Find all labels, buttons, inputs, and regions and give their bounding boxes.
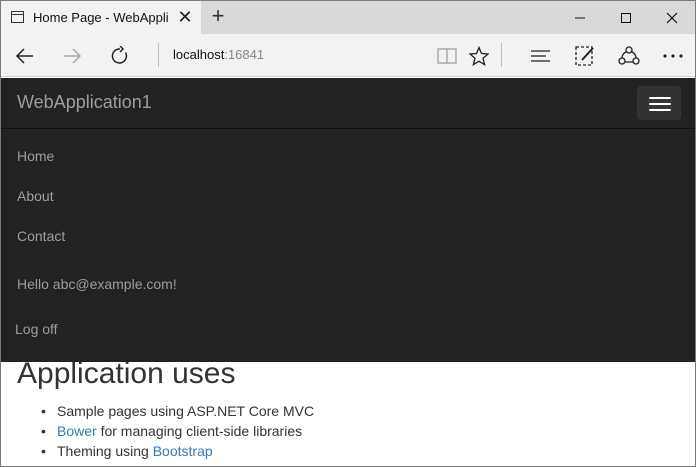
close-window-button[interactable] <box>649 1 695 34</box>
list-item: • Theming using Bootstrap <box>41 441 314 461</box>
star-icon <box>469 46 489 66</box>
hub-icon <box>531 50 550 62</box>
hamburger-icon <box>649 109 671 111</box>
minimize-icon <box>575 17 585 18</box>
site-navbar: WebApplication1 Home About Contact Hello… <box>1 78 695 362</box>
more-icon <box>663 54 683 58</box>
nav-link-about[interactable]: About <box>17 188 54 204</box>
section-heading: Application uses <box>17 362 236 390</box>
page-icon <box>11 11 24 23</box>
url-field[interactable]: localhost:16841 <box>173 47 264 62</box>
reading-view-button[interactable] <box>433 42 461 70</box>
list-item: • Bower for managing client-side librari… <box>41 421 314 441</box>
navbar-toggle-button[interactable] <box>637 86 681 120</box>
address-divider <box>158 43 159 67</box>
refresh-button[interactable] <box>106 42 134 70</box>
refresh-icon <box>111 46 128 64</box>
url-host: localhost <box>173 47 225 62</box>
back-arrow-icon <box>15 48 33 64</box>
share-icon <box>618 46 640 65</box>
more-button[interactable] <box>659 42 687 70</box>
back-button[interactable] <box>11 42 39 70</box>
list-item-text: Theming using <box>57 443 153 459</box>
web-note-button[interactable] <box>571 42 599 70</box>
toolbar-divider <box>501 43 502 67</box>
maximize-icon <box>621 12 631 23</box>
tab-title: Home Page - WebApplication1 <box>33 10 169 25</box>
share-button[interactable] <box>615 42 643 70</box>
note-pen-icon <box>575 46 594 66</box>
hamburger-icon <box>649 103 671 105</box>
book-icon <box>437 48 457 64</box>
bullet: • <box>41 403 46 419</box>
bootstrap-link[interactable]: Bootstrap <box>153 443 213 459</box>
list-item-text: Sample pages using ASP.NET Core MVC <box>57 403 315 419</box>
uses-list: • Sample pages using ASP.NET Core MVC • … <box>41 401 314 461</box>
forward-arrow-icon <box>64 48 82 64</box>
minimize-button[interactable] <box>557 1 603 34</box>
browser-window: Home Page - WebApplication1 ✕ + localhos… <box>0 0 696 467</box>
log-off-button[interactable]: Log off <box>15 321 58 337</box>
new-tab-button[interactable]: + <box>207 5 229 28</box>
bower-link[interactable]: Bower <box>57 423 97 439</box>
main-content: Application uses • Sample pages using AS… <box>1 362 695 466</box>
url-port: :16841 <box>224 47 265 62</box>
close-icon <box>666 12 678 23</box>
hub-button[interactable] <box>527 42 555 70</box>
browser-tab[interactable]: Home Page - WebApplication1 ✕ <box>1 1 201 34</box>
navbar-divider <box>1 128 695 129</box>
navbar-brand[interactable]: WebApplication1 <box>17 92 152 113</box>
maximize-button[interactable] <box>603 1 649 34</box>
tab-bar: Home Page - WebApplication1 ✕ + <box>1 1 695 34</box>
close-tab-icon[interactable]: ✕ <box>175 7 195 27</box>
nav-link-home[interactable]: Home <box>17 148 54 164</box>
nav-link-contact[interactable]: Contact <box>17 228 65 244</box>
bullet: • <box>41 443 46 459</box>
user-greeting-link[interactable]: Hello abc@example.com! <box>17 276 177 292</box>
favorite-button[interactable] <box>465 42 493 70</box>
bullet: • <box>41 423 46 439</box>
list-item: • Sample pages using ASP.NET Core MVC <box>41 401 314 421</box>
address-bar: localhost:16841 <box>1 34 695 77</box>
list-item-text: for managing client-side libraries <box>96 423 303 439</box>
hamburger-icon <box>649 97 671 99</box>
forward-button[interactable] <box>58 42 86 70</box>
